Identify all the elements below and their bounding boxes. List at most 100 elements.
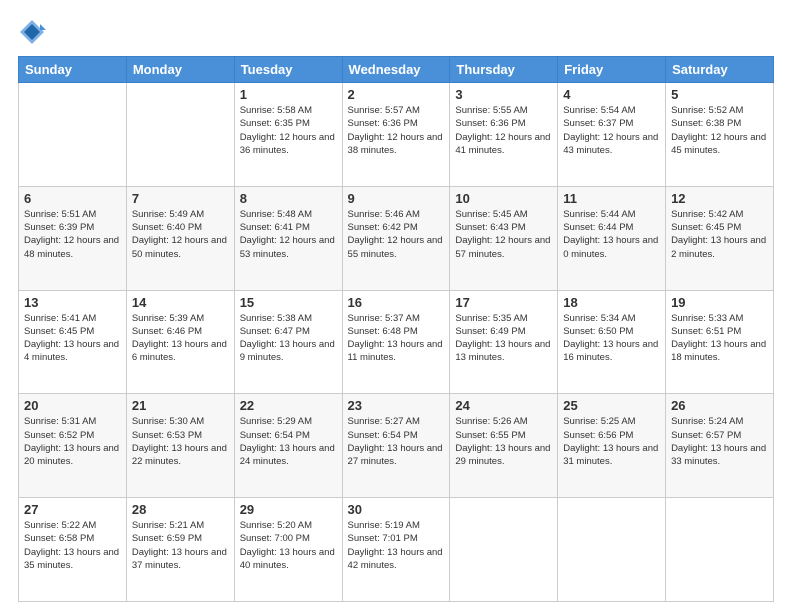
- day-info: Sunrise: 5:35 AM Sunset: 6:49 PM Dayligh…: [455, 312, 552, 365]
- day-number: 7: [132, 191, 229, 206]
- calendar-cell: 5 Sunrise: 5:52 AM Sunset: 6:38 PM Daylig…: [666, 83, 774, 187]
- day-info: Sunrise: 5:34 AM Sunset: 6:50 PM Dayligh…: [563, 312, 660, 365]
- day-number: 12: [671, 191, 768, 206]
- day-info: Sunrise: 5:39 AM Sunset: 6:46 PM Dayligh…: [132, 312, 229, 365]
- calendar-cell: 13Sunrise: 5:41 AM Sunset: 6:45 PM Dayli…: [19, 290, 127, 394]
- day-number: 18: [563, 295, 660, 310]
- day-info: Sunrise: 5:38 AM Sunset: 6:47 PM Dayligh…: [240, 312, 337, 365]
- weekday-header-sunday: Sunday: [19, 57, 127, 83]
- day-info: Sunrise: 5:31 AM Sunset: 6:52 PM Dayligh…: [24, 415, 121, 468]
- weekday-header-saturday: Saturday: [666, 57, 774, 83]
- day-info: Sunrise: 5:20 AM Sunset: 7:00 PM Dayligh…: [240, 519, 337, 572]
- calendar-cell: 12 Sunrise: 5:42 AM Sunset: 6:45 PM Dayli…: [666, 186, 774, 290]
- day-info: Sunrise: 5:22 AM Sunset: 6:58 PM Dayligh…: [24, 519, 121, 572]
- calendar-week-row: 20 Sunrise: 5:31 AM Sunset: 6:52 PM Dayli…: [19, 394, 774, 498]
- day-number: 29: [240, 502, 337, 517]
- calendar-cell: [450, 498, 558, 602]
- day-info: Sunrise: 5:24 AM Sunset: 6:57 PM Dayligh…: [671, 415, 768, 468]
- day-info: Sunrise: 5:29 AM Sunset: 6:54 PM Dayligh…: [240, 415, 337, 468]
- weekday-header-tuesday: Tuesday: [234, 57, 342, 83]
- day-info: Sunrise: 5:48 AM Sunset: 6:41 PM Dayligh…: [240, 208, 337, 261]
- page: SundayMondayTuesdayWednesdayThursdayFrid…: [0, 0, 792, 612]
- calendar-cell: 22Sunrise: 5:29 AM Sunset: 6:54 PM Dayli…: [234, 394, 342, 498]
- weekday-header-wednesday: Wednesday: [342, 57, 450, 83]
- day-number: 9: [348, 191, 445, 206]
- day-info: Sunrise: 5:57 AM Sunset: 6:36 PM Dayligh…: [348, 104, 445, 157]
- calendar-cell: 1 Sunrise: 5:58 AM Sunset: 6:35 PM Daylig…: [234, 83, 342, 187]
- day-number: 1: [240, 87, 337, 102]
- calendar-cell: 7 Sunrise: 5:49 AM Sunset: 6:40 PM Daylig…: [126, 186, 234, 290]
- day-info: Sunrise: 5:42 AM Sunset: 6:45 PM Dayligh…: [671, 208, 768, 261]
- day-info: Sunrise: 5:19 AM Sunset: 7:01 PM Dayligh…: [348, 519, 445, 572]
- calendar-cell: 9Sunrise: 5:46 AM Sunset: 6:42 PM Daylig…: [342, 186, 450, 290]
- header: [18, 18, 774, 46]
- day-info: Sunrise: 5:52 AM Sunset: 6:38 PM Dayligh…: [671, 104, 768, 157]
- day-info: Sunrise: 5:58 AM Sunset: 6:35 PM Dayligh…: [240, 104, 337, 157]
- day-info: Sunrise: 5:37 AM Sunset: 6:48 PM Dayligh…: [348, 312, 445, 365]
- calendar-table: SundayMondayTuesdayWednesdayThursdayFrid…: [18, 56, 774, 602]
- day-info: Sunrise: 5:25 AM Sunset: 6:56 PM Dayligh…: [563, 415, 660, 468]
- calendar-cell: 28Sunrise: 5:21 AM Sunset: 6:59 PM Dayli…: [126, 498, 234, 602]
- day-number: 4: [563, 87, 660, 102]
- day-info: Sunrise: 5:54 AM Sunset: 6:37 PM Dayligh…: [563, 104, 660, 157]
- day-info: Sunrise: 5:51 AM Sunset: 6:39 PM Dayligh…: [24, 208, 121, 261]
- calendar-cell: 23 Sunrise: 5:27 AM Sunset: 6:54 PM Dayli…: [342, 394, 450, 498]
- calendar-cell: 29 Sunrise: 5:20 AM Sunset: 7:00 PM Dayli…: [234, 498, 342, 602]
- calendar-cell: 17 Sunrise: 5:35 AM Sunset: 6:49 PM Dayli…: [450, 290, 558, 394]
- day-info: Sunrise: 5:33 AM Sunset: 6:51 PM Dayligh…: [671, 312, 768, 365]
- day-number: 23: [348, 398, 445, 413]
- day-number: 20: [24, 398, 121, 413]
- day-number: 19: [671, 295, 768, 310]
- day-info: Sunrise: 5:27 AM Sunset: 6:54 PM Dayligh…: [348, 415, 445, 468]
- day-number: 10: [455, 191, 552, 206]
- calendar-cell: 24 Sunrise: 5:26 AM Sunset: 6:55 PM Dayli…: [450, 394, 558, 498]
- day-number: 6: [24, 191, 121, 206]
- calendar-cell: 3 Sunrise: 5:55 AM Sunset: 6:36 PM Daylig…: [450, 83, 558, 187]
- calendar-week-row: 13Sunrise: 5:41 AM Sunset: 6:45 PM Dayli…: [19, 290, 774, 394]
- day-info: Sunrise: 5:49 AM Sunset: 6:40 PM Dayligh…: [132, 208, 229, 261]
- calendar-cell: 26 Sunrise: 5:24 AM Sunset: 6:57 PM Dayli…: [666, 394, 774, 498]
- calendar-cell: 2 Sunrise: 5:57 AM Sunset: 6:36 PM Daylig…: [342, 83, 450, 187]
- calendar-cell: 20 Sunrise: 5:31 AM Sunset: 6:52 PM Dayli…: [19, 394, 127, 498]
- calendar-week-row: 27 Sunrise: 5:22 AM Sunset: 6:58 PM Dayli…: [19, 498, 774, 602]
- weekday-header-monday: Monday: [126, 57, 234, 83]
- day-number: 13: [24, 295, 121, 310]
- calendar-cell: [126, 83, 234, 187]
- day-number: 2: [348, 87, 445, 102]
- day-number: 27: [24, 502, 121, 517]
- calendar-cell: 16 Sunrise: 5:37 AM Sunset: 6:48 PM Dayli…: [342, 290, 450, 394]
- calendar-cell: [558, 498, 666, 602]
- day-number: 21: [132, 398, 229, 413]
- calendar-cell: 25 Sunrise: 5:25 AM Sunset: 6:56 PM Dayli…: [558, 394, 666, 498]
- day-number: 26: [671, 398, 768, 413]
- calendar-cell: 18 Sunrise: 5:34 AM Sunset: 6:50 PM Dayli…: [558, 290, 666, 394]
- day-number: 24: [455, 398, 552, 413]
- logo-icon: [18, 18, 46, 46]
- logo: [18, 18, 50, 46]
- calendar-cell: 21Sunrise: 5:30 AM Sunset: 6:53 PM Dayli…: [126, 394, 234, 498]
- weekday-header-row: SundayMondayTuesdayWednesdayThursdayFrid…: [19, 57, 774, 83]
- day-number: 16: [348, 295, 445, 310]
- day-number: 30: [348, 502, 445, 517]
- day-number: 25: [563, 398, 660, 413]
- day-info: Sunrise: 5:55 AM Sunset: 6:36 PM Dayligh…: [455, 104, 552, 157]
- day-info: Sunrise: 5:26 AM Sunset: 6:55 PM Dayligh…: [455, 415, 552, 468]
- calendar-cell: 30 Sunrise: 5:19 AM Sunset: 7:01 PM Dayli…: [342, 498, 450, 602]
- calendar-cell: 8 Sunrise: 5:48 AM Sunset: 6:41 PM Daylig…: [234, 186, 342, 290]
- calendar-cell: 11Sunrise: 5:44 AM Sunset: 6:44 PM Dayli…: [558, 186, 666, 290]
- day-number: 3: [455, 87, 552, 102]
- calendar-week-row: 1 Sunrise: 5:58 AM Sunset: 6:35 PM Daylig…: [19, 83, 774, 187]
- day-info: Sunrise: 5:45 AM Sunset: 6:43 PM Dayligh…: [455, 208, 552, 261]
- day-number: 8: [240, 191, 337, 206]
- calendar-cell: 10 Sunrise: 5:45 AM Sunset: 6:43 PM Dayli…: [450, 186, 558, 290]
- day-number: 5: [671, 87, 768, 102]
- calendar-week-row: 6 Sunrise: 5:51 AM Sunset: 6:39 PM Daylig…: [19, 186, 774, 290]
- weekday-header-thursday: Thursday: [450, 57, 558, 83]
- weekday-header-friday: Friday: [558, 57, 666, 83]
- calendar-cell: 14Sunrise: 5:39 AM Sunset: 6:46 PM Dayli…: [126, 290, 234, 394]
- day-number: 28: [132, 502, 229, 517]
- calendar-cell: 27 Sunrise: 5:22 AM Sunset: 6:58 PM Dayli…: [19, 498, 127, 602]
- day-info: Sunrise: 5:44 AM Sunset: 6:44 PM Dayligh…: [563, 208, 660, 261]
- calendar-cell: 4 Sunrise: 5:54 AM Sunset: 6:37 PM Daylig…: [558, 83, 666, 187]
- day-number: 17: [455, 295, 552, 310]
